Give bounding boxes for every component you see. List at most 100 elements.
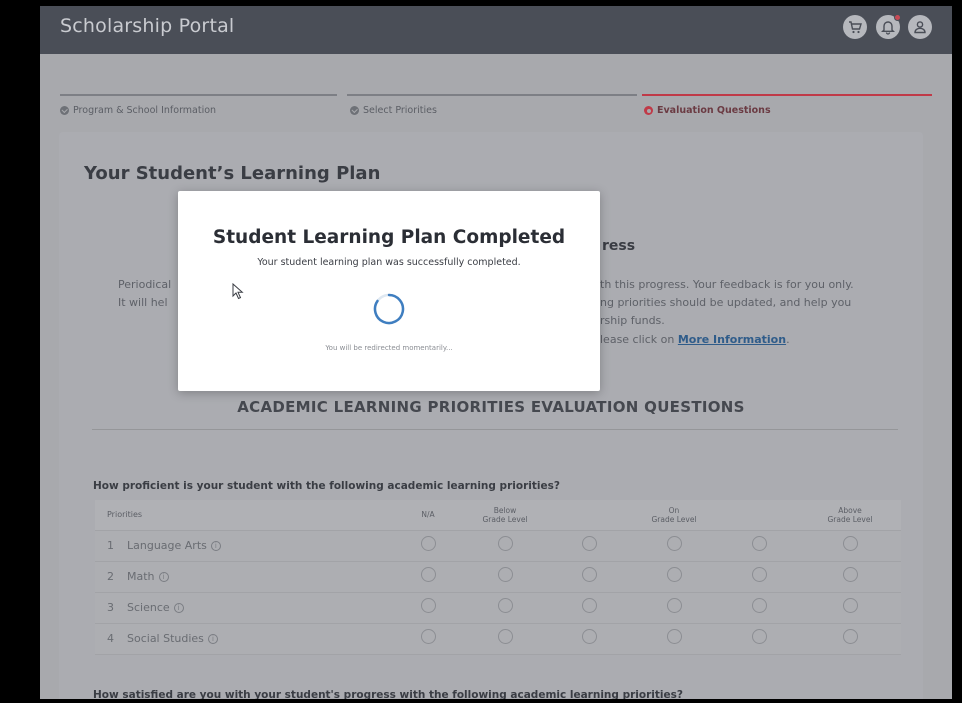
- radio-cell: [549, 592, 629, 624]
- modal-title: Student Learning Plan Completed: [212, 227, 566, 248]
- radio-on-above[interactable]: [751, 567, 767, 582]
- table-row: 1 Language Arts i: [95, 530, 901, 562]
- table-row: 4 Social Studies i: [95, 623, 901, 655]
- step-select-priorities[interactable]: Select Priorities: [350, 105, 437, 116]
- info-icon[interactable]: i: [173, 603, 184, 613]
- header-line: Below: [493, 505, 517, 515]
- user-icon[interactable]: [908, 15, 932, 39]
- header-line: Above: [838, 505, 862, 515]
- radio-cell: [549, 530, 629, 562]
- radio-below-on[interactable]: [581, 598, 597, 613]
- question-satisfaction: How satisfied are you with your student'…: [93, 689, 683, 699]
- app-title: Scholarship Portal: [60, 15, 235, 37]
- radio-below-on[interactable]: [581, 567, 597, 582]
- radio-below[interactable]: [497, 536, 513, 551]
- notification-badge: [894, 14, 901, 21]
- priority-cell: 2 Math i: [95, 561, 395, 593]
- question-proficiency: How proficient is your student with the …: [93, 480, 560, 492]
- radio-na[interactable]: [420, 567, 436, 582]
- column-header-on: On Grade Level: [629, 500, 719, 531]
- intro-text-fragment: lease click on: [600, 333, 675, 346]
- radio-above[interactable]: [842, 598, 858, 613]
- radio-na[interactable]: [420, 536, 436, 551]
- intro-text-left: Periodical: [118, 278, 172, 291]
- intro-text-right: ng priorities should be updated, and hel…: [600, 296, 852, 309]
- punctuation: .: [786, 333, 790, 346]
- header-line: On: [668, 505, 680, 515]
- radio-cell: [395, 530, 461, 562]
- table-row: 2 Math i: [95, 561, 901, 593]
- header-line: Grade Level: [827, 514, 873, 524]
- radio-above[interactable]: [842, 536, 858, 551]
- info-icon[interactable]: i: [207, 634, 218, 644]
- row-number: 3: [107, 601, 114, 614]
- radio-cell: [799, 623, 901, 655]
- intro-text-right: th this progress. Your feedback is for y…: [600, 278, 854, 291]
- section-title: ACADEMIC LEARNING PRIORITIES EVALUATION …: [237, 398, 745, 416]
- radio-cell: [799, 530, 901, 562]
- radio-on-above[interactable]: [751, 598, 767, 613]
- radio-cell: [719, 530, 799, 562]
- row-number: 1: [107, 539, 114, 552]
- priority-label: Language Arts: [127, 539, 207, 552]
- column-header-priorities: Priorities: [95, 500, 395, 531]
- radio-cell: [629, 623, 719, 655]
- radio-cell: [549, 561, 629, 593]
- info-icon[interactable]: i: [210, 541, 221, 551]
- intro-text-left: It will hel: [118, 296, 168, 309]
- radio-below[interactable]: [497, 567, 513, 582]
- priority-label: Science: [127, 601, 170, 614]
- header-line: Grade Level: [651, 514, 697, 524]
- radio-cell: [629, 561, 719, 593]
- radio-below-on[interactable]: [581, 536, 597, 551]
- mouse-cursor-icon: [232, 283, 244, 300]
- radio-on[interactable]: [666, 629, 682, 644]
- radio-cell: [629, 530, 719, 562]
- row-number: 4: [107, 632, 114, 645]
- check-circle-icon: [350, 106, 359, 115]
- priority-cell: 4 Social Studies i: [95, 623, 395, 655]
- radio-cell: [799, 592, 901, 624]
- cart-icon[interactable]: [843, 15, 867, 39]
- step-program-school-information[interactable]: Program & School Information: [60, 105, 216, 116]
- step-progress-line-3: [642, 94, 932, 96]
- radio-below-on[interactable]: [581, 629, 597, 644]
- radio-on[interactable]: [666, 598, 682, 613]
- radio-cell: [461, 623, 549, 655]
- radio-above[interactable]: [842, 567, 858, 582]
- info-icon[interactable]: i: [158, 572, 169, 582]
- row-number: 2: [107, 570, 114, 583]
- more-information-link[interactable]: More Information: [678, 333, 786, 346]
- radio-above[interactable]: [842, 629, 858, 644]
- bell-icon[interactable]: [876, 14, 901, 39]
- header-line: Grade Level: [482, 514, 528, 524]
- radio-cell: [719, 623, 799, 655]
- radio-na[interactable]: [420, 629, 436, 644]
- step-evaluation-questions[interactable]: Evaluation Questions: [644, 105, 771, 116]
- radio-on[interactable]: [666, 536, 682, 551]
- progress-heading: ress: [602, 238, 636, 254]
- radio-on[interactable]: [666, 567, 682, 582]
- radio-on-above[interactable]: [751, 536, 767, 551]
- radio-on-above[interactable]: [751, 629, 767, 644]
- radio-cell: [461, 530, 549, 562]
- radio-cell: [719, 592, 799, 624]
- priorities-table: Priorities N/A Below Grade Level On Grade …: [95, 500, 901, 655]
- section-divider: [92, 429, 898, 430]
- radio-cell: [395, 561, 461, 593]
- radio-na[interactable]: [420, 598, 436, 613]
- priority-cell: 1 Language Arts i: [95, 530, 395, 562]
- step-label: Evaluation Questions: [657, 105, 771, 116]
- modal-message: Your student learning plan was successfu…: [257, 257, 521, 268]
- step-label: Program & School Information: [73, 105, 217, 116]
- radio-cell: [395, 623, 461, 655]
- column-header-below: Below Grade Level: [461, 500, 549, 531]
- priority-label: Math: [127, 570, 155, 583]
- radio-below[interactable]: [497, 598, 513, 613]
- page-title: Your Student’s Learning Plan: [84, 163, 381, 184]
- table-header-row: Priorities N/A Below Grade Level On Grade …: [95, 500, 901, 531]
- radio-cell: [461, 561, 549, 593]
- radio-cell: [629, 592, 719, 624]
- radio-below[interactable]: [497, 629, 513, 644]
- table-row: 3 Science i: [95, 592, 901, 624]
